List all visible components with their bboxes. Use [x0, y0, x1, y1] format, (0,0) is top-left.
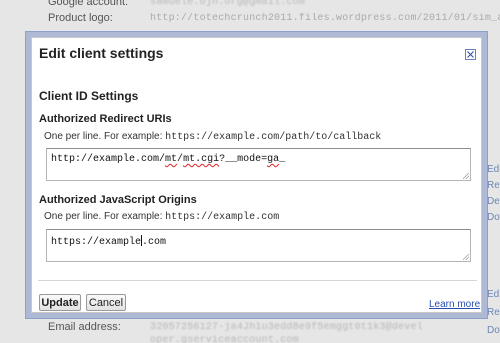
origins-value-after-caret: .com [142, 237, 167, 248]
bg-link-edit-2[interactable]: Edi [487, 289, 500, 300]
redirect-help-text: One per line. For example: [44, 131, 166, 142]
redirect-uris-textarea[interactable]: http://example.com/mt/mt.cgi?__mode=ga_ [46, 148, 471, 181]
bg-link-reset[interactable]: Res [487, 180, 500, 191]
cancel-button[interactable]: Cancel [86, 294, 126, 311]
bg-label-google-account: Google account: [48, 0, 129, 8]
origins-value-before-caret: https://example [51, 237, 142, 248]
redirect-value-part: _ [279, 154, 286, 165]
redirect-uris-help: One per line. For example: https://examp… [44, 131, 381, 143]
resize-grip-icon[interactable] [463, 254, 469, 260]
dialog-frame: Edit client settings Client ID Settings … [25, 31, 488, 319]
bg-link-reset-2[interactable]: Res [487, 307, 500, 318]
redirect-value-misspelled: mt.cgi [183, 154, 220, 165]
close-icon[interactable] [465, 49, 476, 60]
bg-link-download[interactable]: Dow [487, 212, 500, 223]
redirect-help-example: https://example.com/path/to/callback [165, 132, 382, 143]
dialog-title: Edit client settings [39, 45, 164, 61]
javascript-origins-label: Authorized JavaScript Origins [39, 194, 197, 206]
origins-help-text: One per line. For example: [44, 211, 166, 222]
redirect-uris-label: Authorized Redirect URIs [39, 113, 172, 125]
section-title: Client ID Settings [39, 89, 139, 103]
redirect-value-part: ?__mode= [219, 154, 268, 165]
bg-value-product-logo: http://totechcrunch2011.files.wordpress.… [150, 13, 500, 24]
bg-label-email: Email address: [48, 321, 121, 333]
bg-value-google-account: samuele.bjn.org@gmail.com [150, 0, 306, 8]
bg-value-email: 32057256127-ja4Jh1u3edd8e9f5emggt0t1k3@d… [150, 322, 423, 333]
learn-more-link[interactable]: Learn more [429, 299, 480, 310]
redirect-value-part: http://example.com/ [51, 154, 166, 165]
footer-divider [38, 280, 477, 281]
redirect-value-misspelled: mt [165, 154, 178, 165]
redirect-value-misspelled: ga [267, 154, 280, 165]
edit-client-settings-dialog: Edit client settings Client ID Settings … [31, 37, 482, 313]
origins-help-example: https://example.com [165, 212, 280, 223]
bg-link-edit[interactable]: Edi [487, 164, 500, 175]
bg-value-email-continued: oper.gserviceaccount.com [150, 335, 299, 343]
resize-grip-icon[interactable] [463, 173, 469, 179]
bg-link-download-2[interactable]: Dow [487, 325, 500, 336]
javascript-origins-textarea[interactable]: https://example.com [46, 229, 471, 262]
bg-label-product-logo: Product logo: [48, 12, 113, 24]
javascript-origins-help: One per line. For example: https://examp… [44, 211, 279, 223]
update-button[interactable]: Update [39, 294, 81, 311]
bg-link-delete[interactable]: Del [487, 196, 500, 207]
